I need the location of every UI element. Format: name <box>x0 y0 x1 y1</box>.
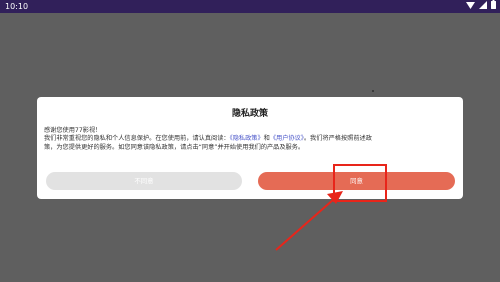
annotation-arrow <box>275 191 343 251</box>
